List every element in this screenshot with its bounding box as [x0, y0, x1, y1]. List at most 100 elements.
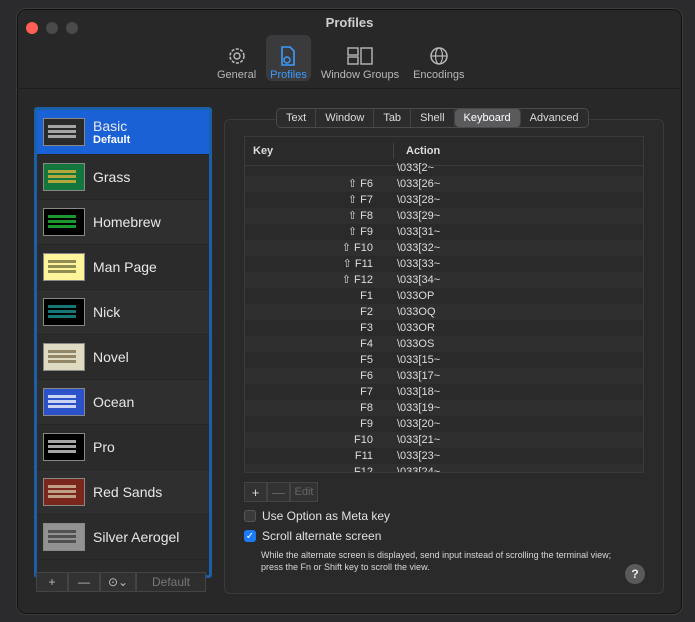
profile-name: Silver Aerogel — [93, 529, 180, 545]
table-rows: \033[2~ ⇧ F6 \033[26~ ⇧ F7 \033[28~ ⇧ F8 \033[… — [245, 160, 643, 473]
table-row[interactable]: F10 \033[21~ — [245, 432, 643, 448]
key-mapping-table[interactable]: Key Action \033[2~ ⇧ F6 \033[26~ ⇧ F7 \033[2… — [244, 136, 644, 473]
profile-thumbnail — [43, 388, 85, 416]
action-cell: \033[15~ — [397, 354, 441, 366]
scroll-alt-description: While the alternate screen is displayed,… — [261, 550, 612, 572]
profile-list-footer: + — ⊙⌄ Default — [36, 572, 206, 592]
profile-list[interactable]: Basic Default Grass Homebrew Man Page Nick Nov… — [34, 107, 212, 578]
add-key-button[interactable]: + — [244, 482, 267, 502]
table-row[interactable]: F11 \033[23~ — [245, 448, 643, 464]
profile-item[interactable]: Pro — [37, 425, 209, 470]
profile-item[interactable]: Red Sands — [37, 470, 209, 515]
profile-item[interactable]: Nick — [37, 290, 209, 335]
action-cell: \033[24~ — [397, 466, 441, 473]
tab-tab[interactable]: Tab — [374, 109, 412, 127]
profile-text: Nick — [93, 304, 120, 320]
profile-thumbnail — [43, 478, 85, 506]
profile-actions-menu-button[interactable]: ⊙⌄ — [100, 572, 136, 592]
key-cell: F11 — [354, 450, 373, 462]
toolbar-divider — [17, 88, 682, 89]
table-row[interactable]: F12 \033[24~ — [245, 464, 643, 473]
table-row[interactable]: ⇧ F8 \033[29~ — [245, 208, 643, 224]
key-cell: F2 — [360, 306, 373, 318]
table-row[interactable]: F2 \033OQ — [245, 304, 643, 320]
profile-item[interactable]: Ocean — [37, 380, 209, 425]
profile-name: Ocean — [93, 394, 135, 410]
profile-item[interactable]: Man Page — [37, 245, 209, 290]
scroll-alt-option[interactable]: ✓ Scroll alternate screen — [244, 529, 381, 543]
table-row[interactable]: ⇧ F6 \033[26~ — [245, 176, 643, 192]
tab-keyboard[interactable]: Keyboard — [454, 109, 521, 127]
action-cell: \033[21~ — [397, 434, 441, 446]
edit-key-button[interactable]: Edit — [290, 482, 318, 502]
profile-item[interactable]: Grass — [37, 155, 209, 200]
table-row[interactable]: F4 \033OS — [245, 336, 643, 352]
column-header-key[interactable]: Key — [245, 143, 394, 159]
scroll-alt-label: Scroll alternate screen — [262, 529, 382, 543]
profile-item[interactable]: Silver Aerogel — [37, 515, 209, 560]
scroll-alt-checkbox[interactable]: ✓ — [244, 530, 256, 542]
tab-window[interactable]: Window — [316, 109, 375, 127]
remove-profile-button[interactable]: — — [68, 572, 100, 592]
tab-advanced[interactable]: Advanced — [521, 109, 588, 127]
profile-text: Ocean — [93, 394, 134, 410]
key-cell: F6 — [360, 370, 373, 382]
key-cell — [245, 160, 389, 176]
profile-thumbnail — [43, 208, 85, 236]
toolbar: General Profiles Window Groups Encodings — [213, 35, 468, 83]
profile-text: Pro — [93, 439, 115, 455]
preferences-window: Profiles General Profiles Window Groups … — [16, 8, 683, 615]
toolbar-general[interactable]: General — [213, 35, 260, 81]
action-cell: \033[18~ — [397, 386, 441, 398]
table-row[interactable]: ⇧ F9 \033[31~ — [245, 224, 643, 240]
tab-shell[interactable]: Shell — [411, 109, 455, 127]
table-row[interactable]: ⇧ F7 \033[28~ — [245, 192, 643, 208]
toolbar-window-groups[interactable]: Window Groups — [317, 35, 403, 81]
remove-key-button[interactable]: — — [267, 482, 290, 502]
table-row[interactable]: F8 \033[19~ — [245, 400, 643, 416]
action-cell: \033[31~ — [397, 226, 441, 238]
column-header-action[interactable]: Action — [394, 145, 440, 157]
profile-name: Pro — [93, 439, 115, 455]
profile-item[interactable]: Novel — [37, 335, 209, 380]
profile-item[interactable]: Basic Default — [37, 110, 209, 155]
action-cell: \033OQ — [397, 306, 436, 318]
profile-thumbnail — [43, 343, 85, 371]
toolbar-general-label: General — [217, 69, 257, 81]
key-cell: ⇧ F8 — [347, 210, 373, 222]
table-row[interactable]: F6 \033[17~ — [245, 368, 643, 384]
meta-key-option[interactable]: Use Option as Meta key — [244, 509, 390, 523]
toolbar-window-groups-label: Window Groups — [320, 69, 400, 81]
table-row[interactable]: F5 \033[15~ — [245, 352, 643, 368]
window-title: Profiles — [325, 15, 374, 30]
table-row[interactable]: F1 \033OP — [245, 288, 643, 304]
settings-tabs: Text Window Tab Shell Keyboard Advanced — [276, 108, 589, 128]
table-row[interactable]: F3 \033OR — [245, 320, 643, 336]
table-row[interactable]: F9 \033[20~ — [245, 416, 643, 432]
toolbar-profiles-label: Profiles — [270, 69, 307, 81]
table-row[interactable]: F7 \033[18~ — [245, 384, 643, 400]
action-cell: \033[17~ — [397, 370, 441, 382]
tab-text[interactable]: Text — [277, 109, 317, 127]
profile-item[interactable]: Homebrew — [37, 200, 209, 245]
key-cell: ⇧ F9 — [347, 226, 373, 238]
table-row[interactable]: \033[2~ — [245, 160, 643, 176]
toolbar-encodings[interactable]: Encodings — [409, 35, 468, 81]
add-profile-button[interactable]: + — [36, 572, 68, 592]
key-cell: F1 — [360, 290, 373, 302]
key-cell: F9 — [360, 418, 373, 430]
action-cell: \033[2~ — [397, 162, 435, 174]
table-row[interactable]: ⇧ F10 \033[32~ — [245, 240, 643, 256]
key-cell: F12 — [354, 466, 373, 473]
profile-default-label: Default — [93, 134, 131, 146]
action-cell: \033[29~ — [397, 210, 441, 222]
meta-key-checkbox[interactable] — [244, 510, 256, 522]
table-row[interactable]: ⇧ F12 \033[34~ — [245, 272, 643, 288]
help-button[interactable]: ? — [625, 564, 645, 584]
set-default-button[interactable]: Default — [136, 572, 206, 592]
toolbar-profiles[interactable]: Profiles — [266, 35, 311, 81]
profile-text: Silver Aerogel — [93, 529, 179, 545]
table-row[interactable]: ⇧ F11 \033[33~ — [245, 256, 643, 272]
action-cell: \033[20~ — [397, 418, 441, 430]
profile-thumbnail — [43, 433, 85, 461]
